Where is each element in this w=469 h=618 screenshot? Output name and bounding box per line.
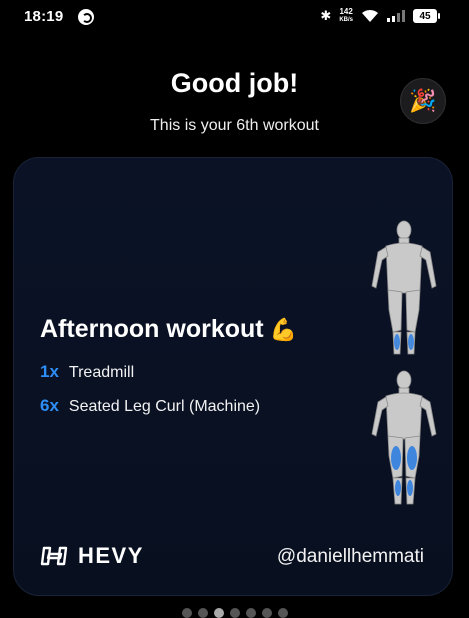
- exercise-name: Treadmill: [68, 364, 135, 381]
- status-time: 18:19: [24, 8, 64, 25]
- celebrate-button[interactable]: 🎉: [400, 78, 446, 124]
- exercise-row: 1x Treadmill: [40, 362, 134, 382]
- page-dot[interactable]: [213, 608, 224, 618]
- page-dot[interactable]: [197, 608, 208, 618]
- exercise-row: 6x Seated Leg Curl (Machine): [40, 396, 260, 416]
- flexed-biceps-icon: 💪: [269, 317, 297, 342]
- page-dot[interactable]: [245, 608, 256, 618]
- hevy-logo-icon: [40, 546, 68, 566]
- bluetooth-icon: ✱: [320, 8, 332, 23]
- battery-icon: 45: [413, 9, 440, 23]
- hevy-logo: HEVY: [40, 543, 144, 569]
- signal-icon: [387, 10, 405, 22]
- username: @daniellhemmati: [276, 546, 424, 567]
- party-popper-icon: 🎉: [409, 88, 437, 113]
- page-indicator: [0, 608, 469, 618]
- page-dot[interactable]: [181, 608, 192, 618]
- status-bar: 18:19 ✱ 142 KB/s 45: [0, 0, 469, 36]
- page-title: Good job!: [170, 68, 299, 98]
- exercise-sets: 6x: [40, 396, 59, 415]
- page-dot[interactable]: [277, 608, 288, 618]
- page-dot[interactable]: [261, 608, 272, 618]
- page-dot[interactable]: [229, 608, 240, 618]
- exercise-name: Seated Leg Curl (Machine): [68, 398, 261, 415]
- status-icons: ✱ 142 KB/s 45: [320, 7, 440, 24]
- page-subtitle: This is your 6th workout: [150, 117, 319, 134]
- workout-share-card: Afternoon workout 💪 1x Treadmill 6x Seated …: [13, 157, 453, 596]
- exercise-sets: 1x: [40, 362, 59, 381]
- workout-title: Afternoon workout 💪: [40, 315, 297, 343]
- wifi-icon: [361, 9, 379, 23]
- body-front-muscle-map-icon: [371, 220, 437, 355]
- network-speed: 142 KB/s: [339, 7, 353, 24]
- body-back-muscle-map-icon: [371, 370, 437, 505]
- brand-name: HEVY: [78, 543, 144, 568]
- app-notification-icon: [78, 9, 94, 25]
